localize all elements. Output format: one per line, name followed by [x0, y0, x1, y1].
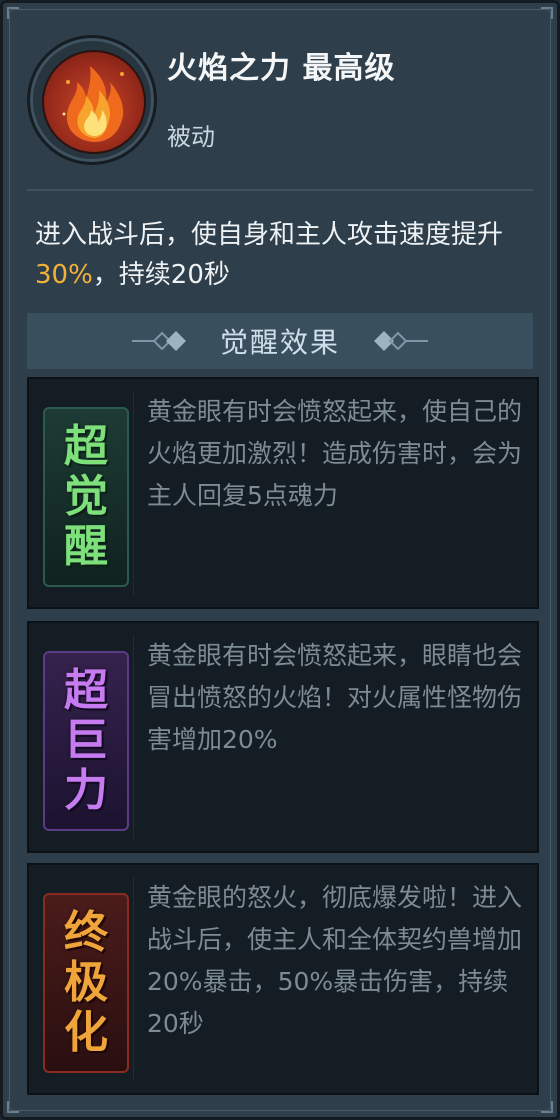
awaken-effect-card: 终 极 化 黄金眼的怒火，彻底爆发啦！进入战斗后，使主人和全体契约兽增加20%暴… — [27, 863, 539, 1095]
badge-char: 超 — [64, 665, 108, 716]
badge-char: 巨 — [64, 715, 108, 766]
corner-ornament — [541, 7, 553, 19]
skill-description: 进入战斗后，使自身和主人攻击速度提升 30%，持续20秒 — [35, 215, 535, 295]
badge-char: 醒 — [64, 521, 108, 572]
awaken-effect-card: 超 觉 醒 黄金眼有时会愤怒起来，使自己的火焰更加激烈！造成伤害时，会为主人回复… — [27, 377, 539, 609]
badge-char: 觉 — [64, 471, 108, 522]
corner-ornament — [7, 1101, 19, 1113]
badge-char: 化 — [64, 1007, 108, 1058]
awaken-title: 觉醒效果 — [219, 326, 340, 359]
card-separator — [133, 391, 134, 595]
badge-char: 极 — [64, 957, 108, 1008]
corner-ornament — [541, 1101, 553, 1113]
effect-description: 黄金眼的怒火，彻底爆发啦！进入战斗后，使主人和全体契约兽增加20%暴击，50%暴… — [147, 883, 523, 1038]
corner-ornament — [7, 7, 19, 19]
card-separator — [133, 635, 134, 839]
badge-super-awaken: 超 觉 醒 — [43, 407, 129, 587]
divider — [27, 189, 533, 191]
right-ornament-icon — [374, 331, 428, 351]
description-highlight: 30% — [35, 260, 93, 290]
badge-ultimate: 终 极 化 — [43, 893, 129, 1073]
effect-description: 黄金眼有时会愤怒起来，使自己的火焰更加激烈！造成伤害时，会为主人回复5点魂力 — [147, 397, 523, 510]
badge-super-power: 超 巨 力 — [43, 651, 129, 831]
description-text: 进入战斗后，使自身和主人攻击速度提升 — [35, 220, 504, 250]
skill-type-label: 被动 — [167, 123, 215, 151]
badge-char: 力 — [64, 765, 108, 816]
left-ornament-icon — [131, 331, 186, 351]
skill-icon-frame — [27, 35, 157, 165]
awaken-header: 觉醒效果 — [27, 313, 533, 369]
fire-icon — [42, 50, 146, 154]
skill-panel: 火焰之力 最高级 被动 进入战斗后，使自身和主人攻击速度提升30%，持续20秒 … — [0, 0, 560, 1120]
description-text-end: ，持续20秒 — [92, 260, 230, 290]
card-separator — [133, 877, 134, 1081]
awaken-effect-card: 超 巨 力 黄金眼有时会愤怒起来，眼睛也会冒出愤怒的火焰！对火属性怪物伤害增加2… — [27, 621, 539, 853]
badge-char: 超 — [64, 421, 108, 472]
skill-title: 火焰之力 最高级 — [167, 51, 396, 86]
badge-char: 终 — [64, 907, 108, 958]
effect-description: 黄金眼有时会愤怒起来，眼睛也会冒出愤怒的火焰！对火属性怪物伤害增加20% — [147, 641, 523, 754]
